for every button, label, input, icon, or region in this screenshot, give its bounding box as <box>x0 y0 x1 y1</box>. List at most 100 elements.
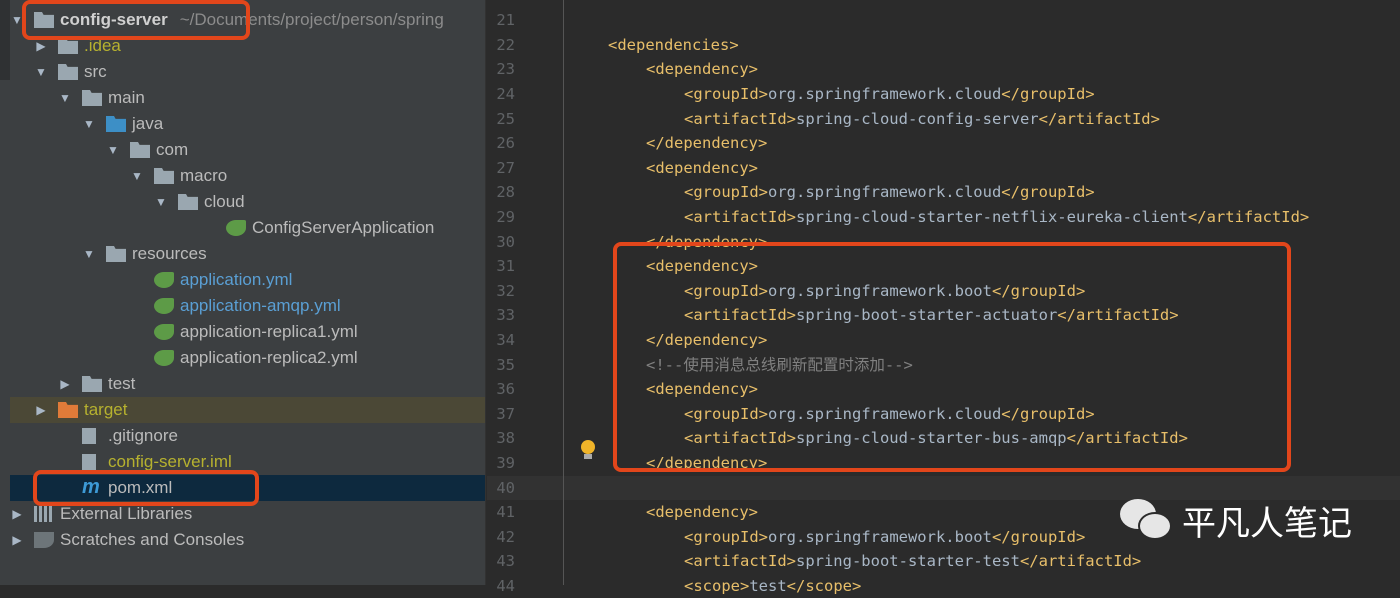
spring-yml-icon <box>154 350 174 366</box>
tree-item[interactable]: application-replica1.yml <box>10 319 485 345</box>
line-number: 37 <box>496 404 515 423</box>
tree-item-label: Scratches and Consoles <box>60 530 245 549</box>
tree-item-label: application-replica1.yml <box>180 322 358 341</box>
line-number: 44 <box>496 576 515 595</box>
xml-tag: <groupId> <box>684 84 768 103</box>
xml-tag: <groupId> <box>684 527 768 546</box>
xml-value: org.springframework.cloud <box>768 84 1002 103</box>
libraries-icon <box>34 506 54 522</box>
tree-item[interactable]: ▶ target <box>10 397 485 423</box>
package-icon <box>154 168 174 184</box>
tree-item[interactable]: application-replica2.yml <box>10 345 485 371</box>
line-number: 30 <box>496 232 515 251</box>
line-number: 32 <box>496 281 515 300</box>
xml-close-tag: </artifactId> <box>1038 109 1160 128</box>
chevron-right-icon[interactable]: ▶ <box>58 377 72 391</box>
tree-item[interactable]: ▼ com <box>10 137 485 163</box>
xml-tag: <dependencies> <box>608 35 739 54</box>
chevron-right-icon[interactable]: ▶ <box>34 403 48 417</box>
tree-item[interactable]: ▼ java <box>10 111 485 137</box>
tree-item-label: application-amqp.yml <box>180 296 341 315</box>
line-number: 33 <box>496 306 515 325</box>
line-number: 36 <box>496 380 515 399</box>
code-line[interactable]: 29 <artifactId>spring-cloud-starter-netfl… <box>487 205 1400 230</box>
code-line[interactable]: 24 <groupId>org.springframework.cloud</gr… <box>487 82 1400 107</box>
line-number: 22 <box>496 35 515 54</box>
highlight-box-project <box>22 0 250 40</box>
line-number: 38 <box>496 429 515 448</box>
folder-icon <box>58 38 78 54</box>
tree-item[interactable]: ▶ Scratches and Consoles <box>10 527 485 553</box>
wechat-icon <box>1120 498 1176 543</box>
chevron-down-icon[interactable]: ▼ <box>82 247 96 261</box>
lightbulb-icon[interactable] <box>581 440 595 459</box>
tree-item[interactable]: application-amqp.yml <box>10 293 485 319</box>
resources-folder-icon <box>106 246 126 262</box>
line-number: 31 <box>496 257 515 276</box>
code-line[interactable]: 21 <box>487 8 1400 33</box>
source-folder-icon <box>106 116 126 132</box>
tree-item-label: .gitignore <box>108 426 178 445</box>
tree-item-label: test <box>108 374 136 393</box>
code-line[interactable]: 26 </dependency> <box>487 131 1400 156</box>
code-line[interactable]: 43 <artifactId>spring-boot-starter-test</… <box>487 549 1400 574</box>
xml-close-tag: </groupId> <box>1001 84 1095 103</box>
tree-item-label: main <box>108 88 145 107</box>
tree-item[interactable]: ▼ resources <box>10 241 485 267</box>
xml-tag: <groupId> <box>684 183 768 202</box>
tree-item[interactable]: .gitignore <box>10 423 485 449</box>
spring-yml-icon <box>154 324 174 340</box>
tree-item[interactable]: ▼ src <box>10 59 485 85</box>
chevron-down-icon[interactable]: ▼ <box>154 195 168 209</box>
code-line[interactable]: 27 <dependency> <box>487 156 1400 181</box>
tree-item[interactable]: application.yml <box>10 267 485 293</box>
xml-value: org.springframework.cloud <box>768 183 1002 202</box>
tree-item-label: config-server.iml <box>108 452 232 471</box>
watermark: 平凡人笔记 <box>1120 496 1352 545</box>
tree-item-label: ConfigServerApplication <box>252 218 435 237</box>
gutter-fold-line <box>563 0 564 585</box>
tree-item[interactable]: ▼ main <box>10 85 485 111</box>
tree-item-label: application-replica2.yml <box>180 348 358 367</box>
chevron-right-icon[interactable]: ▶ <box>10 533 24 547</box>
code-line[interactable]: 44 <scope>test</scope> <box>487 574 1400 598</box>
code-line[interactable]: 22 <dependencies> <box>487 33 1400 58</box>
excluded-folder-icon <box>58 402 78 418</box>
xml-tag: <artifactId> <box>684 552 796 571</box>
module-file-icon <box>82 454 96 470</box>
chevron-down-icon[interactable]: ▼ <box>58 91 72 105</box>
tree-item-label: target <box>84 400 128 419</box>
line-number: 41 <box>496 503 515 522</box>
watermark-text: 平凡人笔记 <box>1182 505 1352 543</box>
tree-item-label: application.yml <box>180 270 293 289</box>
tree-item-label: cloud <box>204 192 245 211</box>
line-number: 43 <box>496 552 515 571</box>
chevron-right-icon[interactable]: ▶ <box>34 39 48 53</box>
chevron-down-icon[interactable]: ▼ <box>130 169 144 183</box>
chevron-down-icon[interactable]: ▼ <box>34 65 48 79</box>
xml-value: org.springframework.boot <box>768 527 992 546</box>
tool-window-strip[interactable] <box>0 0 10 80</box>
line-number: 34 <box>496 330 515 349</box>
line-number: 28 <box>496 183 515 202</box>
code-line[interactable]: 23 <dependency> <box>487 57 1400 82</box>
code-line[interactable]: 28 <groupId>org.springframework.cloud</gr… <box>487 180 1400 205</box>
xml-value: spring-cloud-config-server <box>795 109 1039 128</box>
xml-close-tag: </artifactId> <box>1019 552 1142 571</box>
chevron-down-icon[interactable]: ▼ <box>106 143 120 157</box>
tree-item[interactable]: ConfigServerApplication <box>10 215 485 241</box>
chevron-down-icon[interactable]: ▼ <box>82 117 96 131</box>
tree-item[interactable]: ▶ test <box>10 371 485 397</box>
folder-icon <box>58 64 78 80</box>
line-number: 27 <box>496 158 515 177</box>
tree-item[interactable]: ▼ macro <box>10 163 485 189</box>
tree-item[interactable]: ▼ cloud <box>10 189 485 215</box>
xml-tag: <dependency> <box>646 60 758 79</box>
tree-item-label: External Libraries <box>60 504 193 523</box>
folder-icon <box>82 90 102 106</box>
code-line[interactable]: 25 <artifactId>spring-cloud-config-server… <box>487 107 1400 132</box>
xml-tag: </dependency> <box>646 134 768 153</box>
ignored-file-icon <box>82 428 96 444</box>
chevron-right-icon[interactable]: ▶ <box>10 507 24 521</box>
line-number: 24 <box>496 84 515 103</box>
